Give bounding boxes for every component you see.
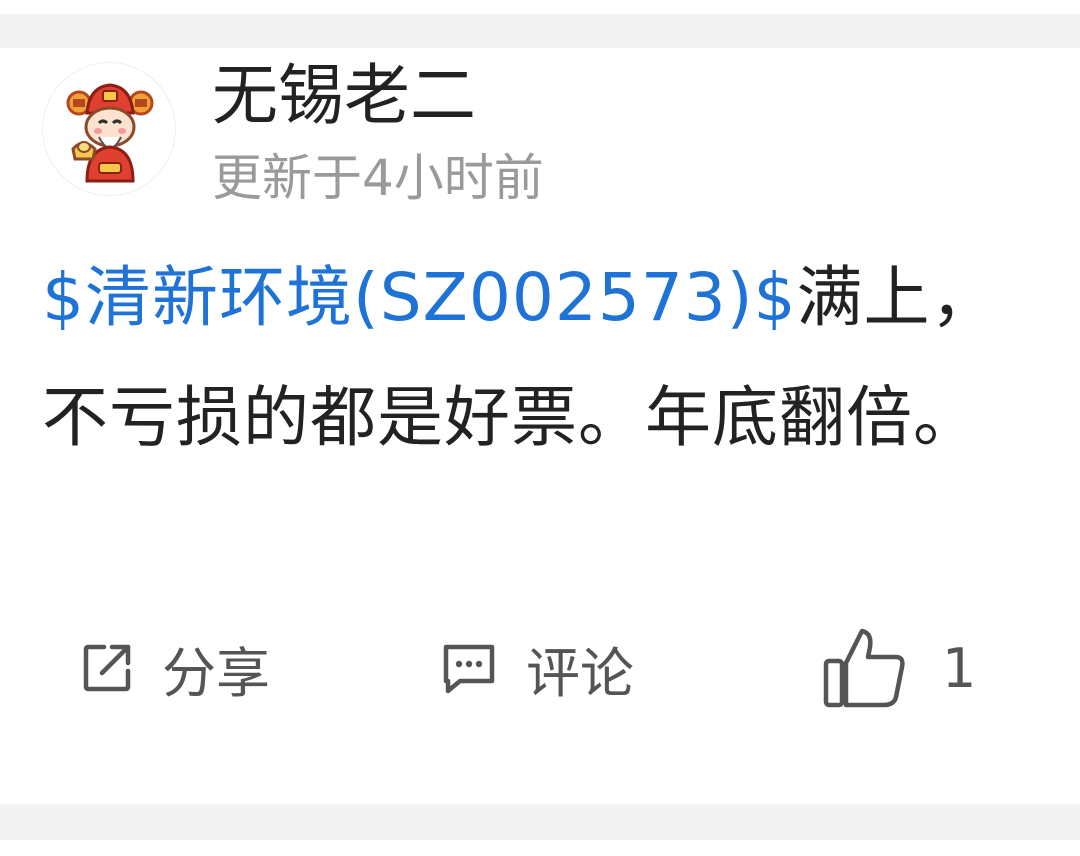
share-label: 分享 [162,641,270,705]
fortune-god-avatar-icon [66,83,154,183]
thumbs-up-icon [823,628,905,708]
comment-button[interactable]: 评论 [440,618,634,718]
post-content[interactable]: $清新环境(SZ002573)$满上，不亏损的都是好票。年底翻倍。 [42,238,1042,478]
like-button[interactable]: 1 [822,618,976,718]
comment-bubble-icon [443,644,495,694]
share-external-icon [83,644,131,692]
updated-timestamp: 更新于4小时前 [212,149,544,207]
share-button[interactable]: 分享 [80,618,270,718]
comment-label: 评论 [526,641,634,705]
top-separator [0,0,1080,48]
stock-link[interactable]: $清新环境(SZ002573)$ [42,259,797,336]
avatar[interactable] [42,62,176,196]
author-name[interactable]: 无锡老二 [212,56,476,136]
bottom-separator [0,804,1080,856]
like-count: 1 [942,636,977,700]
